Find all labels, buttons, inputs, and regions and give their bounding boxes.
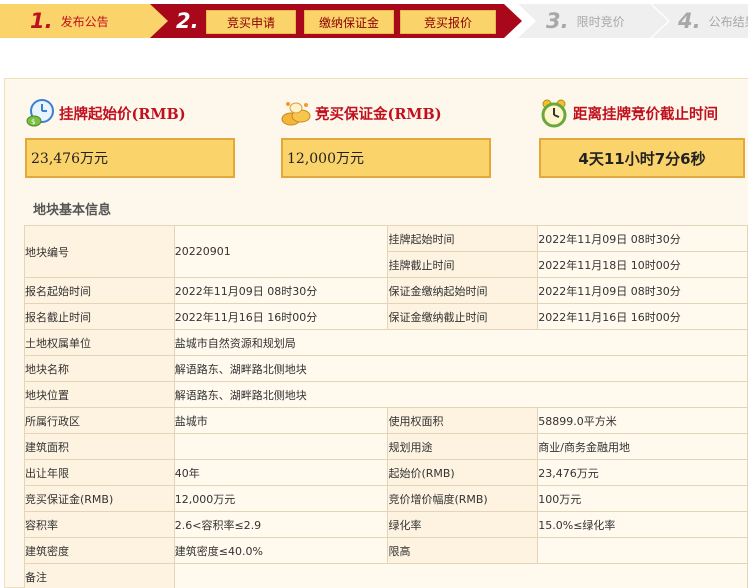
table-value: 12,000万元 [173, 485, 389, 512]
step-label: 公布结果 [708, 14, 748, 29]
section-title: 地块基本信息 [33, 203, 112, 218]
table-key: 起始价(RMB) [387, 459, 539, 486]
start-price-block: $ 挂牌起始价(RMB) 23,476万元 [25, 97, 235, 178]
bid-quote-button[interactable]: 竞买报价 [400, 10, 496, 34]
table-value: 40年 [173, 459, 389, 486]
step-label: 发布公告 [60, 14, 109, 29]
table-key: 绿化率 [387, 511, 539, 538]
table-key: 土地权属单位 [24, 329, 175, 356]
countdown-value: 4天11小时7分6秒 [539, 138, 745, 178]
step-number: 4. [678, 9, 701, 33]
table-row: 出让年限 40年 起始价(RMB) 23,476万元 [24, 459, 748, 486]
gold-coins-icon [281, 98, 311, 128]
table-key: 容积率 [24, 511, 175, 538]
table-key: 出让年限 [24, 459, 175, 486]
bid-application-button[interactable]: 竞买申请 [206, 10, 296, 34]
table-value: 商业/商务金融用地 [537, 433, 748, 460]
table-row: 建筑密度 建筑密度≤40.0% 限高 [24, 537, 748, 564]
table-row: 建筑面积 规划用途 商业/商务金融用地 [24, 433, 748, 460]
table-value: 15.0%≤绿化率 [537, 511, 748, 538]
countdown-title: 距离挂牌竞价截止时间 [573, 105, 718, 123]
table-key: 建筑面积 [24, 433, 175, 460]
table-value: 2022年11月09日 08时30分 [173, 277, 389, 304]
step-bidding: 2. 竞买申请 缴纳保证金 竞买报价 [150, 4, 522, 38]
table-value: 58899.0平方米 [537, 407, 748, 434]
table-row: 容积率 2.6<容积率≤2.9 绿化率 15.0%≤绿化率 [24, 511, 748, 538]
step-publish-notice[interactable]: 1. 发布公告 [0, 4, 168, 38]
table-key: 所属行政区 [24, 407, 175, 434]
table-value: 建筑密度≤40.0% [173, 537, 389, 564]
table-key: 竞价增价幅度(RMB) [387, 485, 539, 512]
table-value: 20220901 [173, 225, 389, 278]
step-timed-bidding: 3. 限时竞价 [518, 4, 668, 38]
table-key: 地块编号 [24, 225, 175, 278]
money-clock-icon: $ [25, 98, 55, 128]
table-key: 备注 [24, 563, 175, 588]
table-key: 规划用途 [387, 433, 539, 460]
land-info-table: 地块编号 20220901 挂牌起始时间 2022年11月09日 08时30分 … [24, 225, 748, 588]
deposit-title: 竞买保证金(RMB) [315, 105, 442, 123]
land-info-panel: $ 挂牌起始价(RMB) 23,476万元 竞买保证金(RMB) 12,000万… [4, 78, 748, 588]
table-value [537, 537, 748, 564]
table-value: 盐城市自然资源和规划局 [173, 329, 748, 356]
start-price-value: 23,476万元 [25, 138, 235, 178]
table-row: 地块名称 解语路东、湖畔路北侧地块 [24, 355, 748, 382]
table-key: 地块位置 [24, 381, 175, 408]
step-number: 3. [546, 9, 569, 33]
table-key: 保证金缴纳起始时间 [387, 277, 539, 304]
table-row: 地块位置 解语路东、湖畔路北侧地块 [24, 381, 748, 408]
table-key: 挂牌起始时间 [387, 225, 539, 252]
table-key: 挂牌截止时间 [387, 251, 539, 278]
start-price-title: 挂牌起始价(RMB) [59, 105, 186, 123]
table-value: 2022年11月18日 10时00分 [537, 251, 748, 278]
svg-text:$: $ [31, 118, 35, 126]
pay-deposit-button[interactable]: 缴纳保证金 [304, 10, 394, 34]
table-row: 备注 [24, 563, 748, 588]
table-value: 2022年11月09日 08时30分 [537, 225, 748, 252]
table-value: 23,476万元 [537, 459, 748, 486]
table-key: 保证金缴纳截止时间 [387, 303, 539, 330]
table-value [173, 563, 748, 588]
table-key: 建筑密度 [24, 537, 175, 564]
table-value: 2.6<容积率≤2.9 [173, 511, 389, 538]
table-row: 所属行政区 盐城市 使用权面积 58899.0平方米 [24, 407, 748, 434]
progress-steps: 1. 发布公告 2. 竞买申请 缴纳保证金 竞买报价 3. 限时竞价 4. 公布… [0, 0, 748, 42]
table-value [173, 433, 389, 460]
table-row: 竞买保证金(RMB) 12,000万元 竞价增价幅度(RMB) 100万元 [24, 485, 748, 512]
deposit-value: 12,000万元 [281, 138, 491, 178]
step-number: 1. [30, 9, 53, 33]
alarm-clock-icon [539, 98, 569, 128]
table-key: 地块名称 [24, 355, 175, 382]
table-key: 使用权面积 [387, 407, 539, 434]
table-value: 解语路东、湖畔路北侧地块 [173, 381, 748, 408]
table-value: 2022年11月16日 16时00分 [173, 303, 389, 330]
step-number: 2. [176, 9, 199, 33]
table-key: 报名起始时间 [24, 277, 175, 304]
table-row: 报名截止时间 2022年11月16日 16时00分 保证金缴纳截止时间 2022… [24, 303, 748, 330]
table-value: 2022年11月09日 08时30分 [537, 277, 748, 304]
deposit-block: 竞买保证金(RMB) 12,000万元 [281, 97, 491, 178]
table-row: 地块编号 20220901 挂牌起始时间 2022年11月09日 08时30分 [24, 225, 748, 278]
countdown-block: 距离挂牌竞价截止时间 4天11小时7分6秒 [539, 97, 745, 178]
table-row: 土地权属单位 盐城市自然资源和规划局 [24, 329, 748, 356]
table-key: 报名截止时间 [24, 303, 175, 330]
table-value: 解语路东、湖畔路北侧地块 [173, 355, 748, 382]
table-row: 报名起始时间 2022年11月09日 08时30分 保证金缴纳起始时间 2022… [24, 277, 748, 304]
step-label: 限时竞价 [576, 14, 625, 29]
table-value: 盐城市 [173, 407, 389, 434]
table-key: 限高 [387, 537, 539, 564]
table-value: 100万元 [537, 485, 748, 512]
table-key: 竞买保证金(RMB) [24, 485, 175, 512]
table-value: 2022年11月16日 16时00分 [537, 303, 748, 330]
